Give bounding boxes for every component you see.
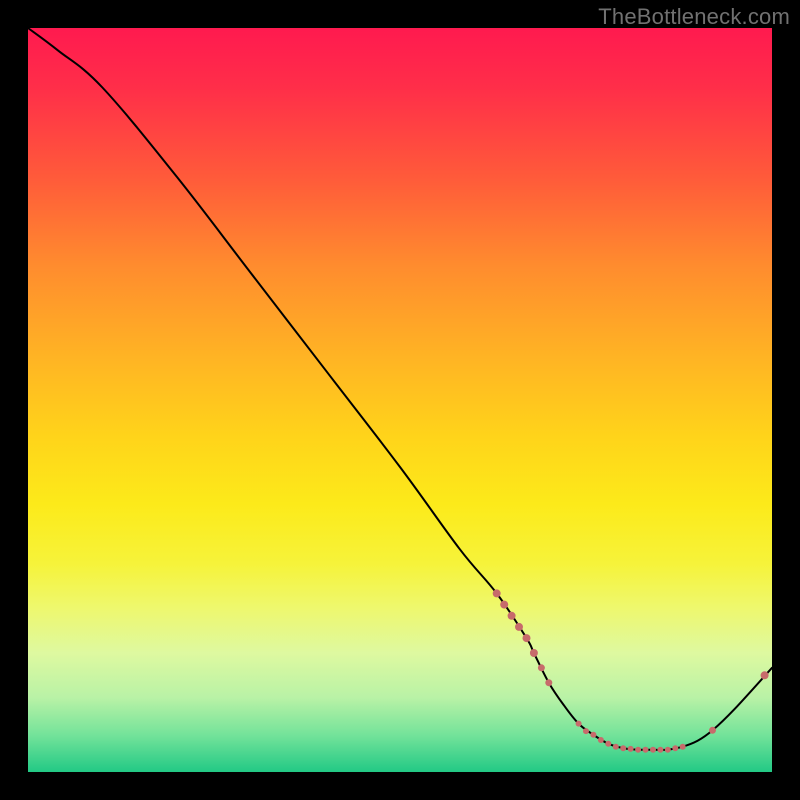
marker-point (538, 664, 545, 671)
bottleneck-curve (28, 28, 772, 750)
plot-area (28, 28, 772, 772)
marker-point (613, 744, 619, 750)
marker-point (515, 623, 523, 631)
marker-point (620, 745, 626, 751)
marker-point (545, 679, 552, 686)
marker-point (680, 744, 686, 750)
marker-point (665, 747, 671, 753)
marker-point (643, 747, 649, 753)
marker-point (761, 671, 769, 679)
marker-point (590, 732, 596, 738)
marker-point (500, 601, 508, 609)
curve-svg (28, 28, 772, 772)
marker-point (583, 728, 589, 734)
marker-point (493, 589, 501, 597)
chart-frame: TheBottleneck.com (0, 0, 800, 800)
marker-point (650, 747, 656, 753)
marker-point (576, 721, 582, 727)
marker-point (530, 649, 538, 657)
highlight-markers (493, 589, 769, 752)
marker-point (672, 745, 678, 751)
marker-point (523, 634, 531, 642)
marker-point (508, 612, 516, 620)
marker-point (628, 746, 634, 752)
watermark-text: TheBottleneck.com (598, 4, 790, 30)
marker-point (598, 737, 604, 743)
marker-point (605, 741, 611, 747)
marker-point (635, 747, 641, 753)
marker-point (657, 747, 663, 753)
marker-point (709, 727, 716, 734)
